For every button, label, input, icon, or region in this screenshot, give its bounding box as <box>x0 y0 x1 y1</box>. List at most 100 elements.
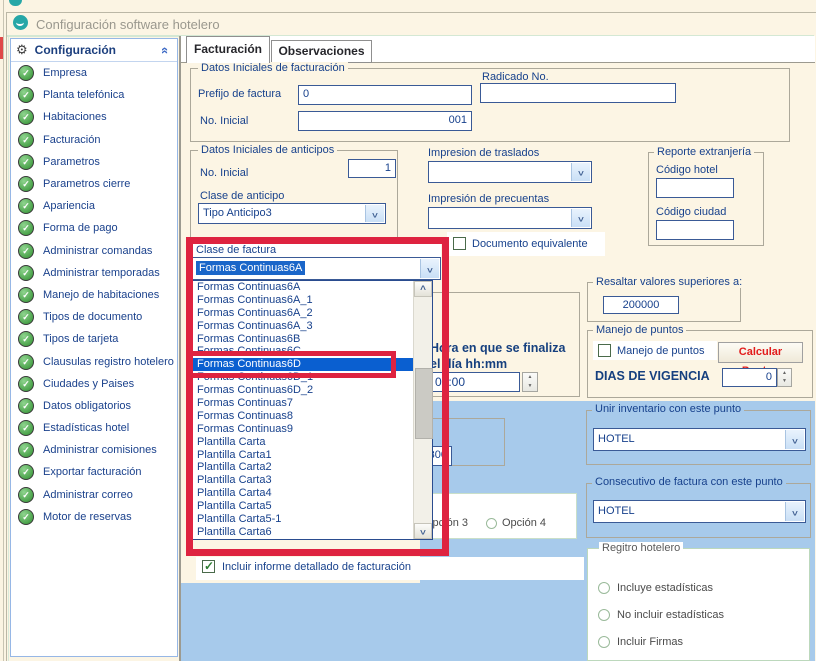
day-end-time-spinner[interactable]: ▲▼ <box>522 372 538 392</box>
check-circle-icon: ✓ <box>18 509 34 525</box>
check-circle-icon: ✓ <box>18 65 34 81</box>
clase-anticipo-value: Tipo Anticipo3 <box>203 207 272 219</box>
spinner-up-icon[interactable]: ▲ <box>523 373 537 382</box>
inventory-dropdown-button[interactable]: ^ <box>785 430 804 449</box>
registry-radio-row: No incluir estadísticas <box>598 601 724 628</box>
check-circle-icon: ✓ <box>18 398 34 414</box>
traslados-combobox[interactable]: ^ <box>428 161 592 183</box>
background-red-fragment <box>0 37 3 59</box>
sidebar-item[interactable]: ✓Exportar facturación <box>12 461 176 483</box>
check-circle-icon: ✓ <box>18 487 34 503</box>
no-inicial-input[interactable]: 001 <box>298 111 472 131</box>
registry-radio-row: Incluir Firmas <box>598 628 724 655</box>
check-circle-icon: ✓ <box>18 309 34 325</box>
sidebar-item[interactable]: ✓ Clausulas registro hotelero <box>12 350 176 372</box>
sidebar-item[interactable]: ✓Empresa <box>12 62 176 84</box>
sidebar-item[interactable]: ✓Parametros cierre <box>12 173 176 195</box>
points-checkbox[interactable] <box>598 344 611 357</box>
tab-observaciones[interactable]: Observaciones <box>271 40 372 63</box>
sidebar-item-label: Administrar comisiones <box>43 444 157 456</box>
sidebar-items: ✓Empresa✓Planta telefónica✓Habitaciones✓… <box>12 62 176 656</box>
sidebar-item[interactable]: ✓Motor de reservas <box>12 506 176 528</box>
sidebar-item[interactable]: ✓Tipos de documento <box>12 306 176 328</box>
sidebar-item[interactable]: ✓Administrar temporadas <box>12 262 176 284</box>
check-circle-icon: ✓ <box>18 132 34 148</box>
detailed-report-checkbox[interactable] <box>202 560 215 573</box>
highlight-values-input[interactable]: 200000 <box>603 296 679 314</box>
consecutive-value: HOTEL <box>598 505 635 517</box>
codigo-hotel-input[interactable] <box>656 178 734 198</box>
foreign-report-title: Reporte extranjería <box>654 146 754 158</box>
sidebar-item[interactable]: ✓ Datos obligatorios <box>12 395 176 417</box>
sidebar-item[interactable]: ✓ Administrar comisiones <box>12 439 176 461</box>
sidebar-item-label: Datos obligatorios <box>43 400 131 412</box>
radicado-input[interactable] <box>480 83 676 103</box>
dias-vigencia-input[interactable]: 0 <box>722 368 777 387</box>
dias-vigencia-spinner[interactable]: ▲▼ <box>777 368 792 387</box>
sidebar-item[interactable]: ✓ Facturación <box>12 129 176 151</box>
check-circle-icon: ✓ <box>18 376 34 392</box>
sidebar-item-label: Ciudades y Paises <box>43 378 134 390</box>
prefijo-input[interactable]: 0 <box>298 85 472 105</box>
gear-icon: ⚙ <box>16 42 28 58</box>
inventory-value: HOTEL <box>598 433 635 445</box>
clase-anticipo-combobox[interactable]: Tipo Anticipo3 ^ <box>198 203 386 224</box>
precuentas-label: Impresión de precuentas <box>428 193 549 205</box>
check-circle-icon: ✓ <box>18 354 34 370</box>
consecutive-combobox[interactable]: HOTEL ^ <box>593 500 806 523</box>
check-circle-icon: ✓ <box>18 154 34 170</box>
sidebar-item[interactable]: ✓ Parametros <box>12 151 176 173</box>
sidebar-item[interactable]: ✓Estadísticas hotel <box>12 417 176 439</box>
sidebar-item[interactable]: ✓Administrar correo <box>12 484 176 506</box>
day-end-line1: Hora en que se finaliza <box>430 341 565 355</box>
sidebar-item[interactable]: ✓Planta telefónica <box>12 84 176 106</box>
advances-inicial-input[interactable]: 1 <box>348 159 396 178</box>
points-group-title: Manejo de puntos <box>593 324 686 336</box>
chevron-down-icon: ^ <box>792 505 798 516</box>
inventory-combobox[interactable]: HOTEL ^ <box>593 428 806 451</box>
check-circle-icon: ✓ <box>18 442 34 458</box>
check-circle-icon: ✓ <box>18 287 34 303</box>
option4-radio[interactable] <box>486 518 497 529</box>
hotel-registry-radios: Incluye estadísticasNo incluir estadísti… <box>598 574 724 655</box>
registry-radio[interactable] <box>598 636 610 648</box>
sidebar-item-label: Parametros <box>43 156 100 168</box>
sidebar-item-label: Clausulas registro hotelero <box>43 356 174 368</box>
sidebar-item-label: Administrar temporadas <box>43 267 160 279</box>
sidebar-item[interactable]: ✓Manejo de habitaciones <box>12 284 176 306</box>
documento-equivalente-checkbox[interactable] <box>453 237 466 250</box>
spinner-down-icon[interactable]: ▼ <box>523 382 537 391</box>
clase-anticipo-dropdown-button[interactable]: ^ <box>365 205 384 222</box>
codigo-ciudad-input[interactable] <box>656 220 734 240</box>
registry-radio[interactable] <box>598 609 610 621</box>
chevron-down-icon: ^ <box>792 433 798 444</box>
sidebar-item[interactable]: ✓Administrar comandas <box>12 240 176 262</box>
option4-label: Opción 4 <box>502 517 546 529</box>
documento-equivalente-label: Documento equivalente <box>472 238 588 250</box>
sidebar-item[interactable]: ✓ Ciudades y Paises <box>12 373 176 395</box>
chevron-down-icon: ^ <box>372 207 378 218</box>
sidebar-header[interactable]: ⚙ Configuración « <box>11 39 177 62</box>
traslados-dropdown-button[interactable]: ^ <box>571 163 590 181</box>
check-circle-icon: ✓ <box>18 87 34 103</box>
registry-radio-label: Incluir Firmas <box>617 636 683 648</box>
sidebar-item-label: Facturación <box>43 134 100 146</box>
sidebar-item[interactable]: ✓Habitaciones <box>12 106 176 128</box>
registry-radio[interactable] <box>598 582 610 594</box>
check-circle-icon: ✓ <box>18 176 34 192</box>
check-circle-icon: ✓ <box>18 109 34 125</box>
sidebar-item[interactable]: ✓Apariencia <box>12 195 176 217</box>
precuentas-combobox[interactable]: ^ <box>428 207 592 229</box>
sidebar-item[interactable]: ✓Forma de pago <box>12 217 176 239</box>
precuentas-dropdown-button[interactable]: ^ <box>571 209 590 227</box>
spinner-down-icon[interactable]: ▼ <box>778 377 791 386</box>
tab-facturacion[interactable]: Facturación <box>186 36 270 63</box>
consecutive-dropdown-button[interactable]: ^ <box>785 502 804 521</box>
sidebar-item[interactable]: ✓Tipos de tarjeta <box>12 328 176 350</box>
sidebar-header-label: Configuración <box>35 43 162 57</box>
collapse-chevron-icon[interactable]: « <box>158 46 173 53</box>
highlight-values-title: Resaltar valores superiores a: <box>593 276 745 288</box>
check-circle-icon: ✓ <box>18 464 34 480</box>
check-circle-icon: ✓ <box>18 331 34 347</box>
calcular-puntos-button[interactable]: Calcular Puntos <box>718 342 803 363</box>
